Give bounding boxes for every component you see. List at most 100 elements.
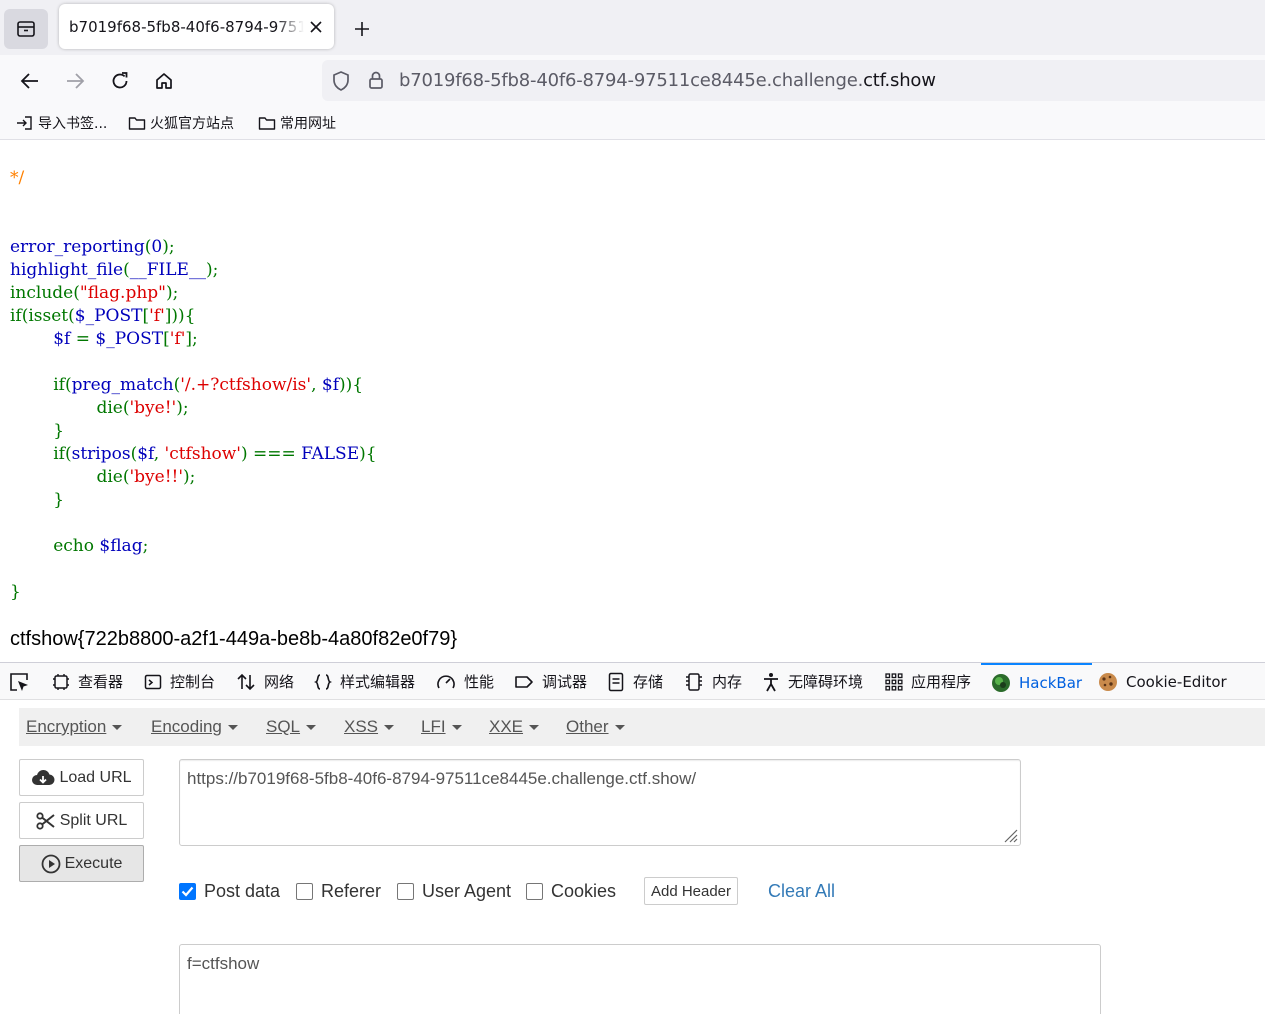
cookies-checkbox[interactable]: [526, 883, 543, 900]
menu-xss[interactable]: XSS: [344, 717, 395, 737]
post-data-option[interactable]: Post data: [179, 881, 280, 902]
post-data-textarea[interactable]: f=ctfshow: [179, 944, 1101, 1014]
devtools-tab-cookie-editor[interactable]: Cookie-Editor: [1098, 663, 1227, 700]
devtools-tab-label: 样式编辑器: [340, 673, 416, 691]
user-agent-checkbox[interactable]: [397, 883, 414, 900]
bookmark-import[interactable]: 导入书签...: [16, 112, 107, 134]
referer-option[interactable]: Referer: [296, 881, 381, 902]
close-icon[interactable]: [306, 17, 326, 37]
button-label: Execute: [64, 854, 123, 872]
memory-icon: [686, 672, 702, 691]
post-data-checkbox[interactable]: [179, 883, 196, 900]
cookies-option[interactable]: Cookies: [526, 881, 616, 902]
hackbar-icon: [992, 673, 1010, 692]
play-circle-icon: [41, 854, 60, 873]
devtools-tab-label: 调试器: [542, 673, 588, 691]
menu-label: Encoding: [151, 717, 222, 736]
caret-down-icon: [451, 725, 462, 731]
clear-all-link[interactable]: Clear All: [768, 881, 835, 902]
add-header-button[interactable]: Add Header: [644, 877, 738, 905]
application-icon: [885, 672, 903, 691]
load-url-button[interactable]: Load URL: [19, 759, 144, 796]
url-prefix: b7019f68-5fb8-40f6-8794-97511ce8445e.cha…: [399, 70, 864, 91]
menu-encryption[interactable]: Encryption: [26, 717, 123, 737]
devtools-tab-hackbar[interactable]: HackBar: [981, 663, 1093, 700]
devtools-toolbar: 查看器 控制台 网络 样式编辑器 性能 调试器 存储 内存 无障碍环境 应用程序…: [0, 662, 1265, 700]
inspector-icon: [53, 673, 69, 690]
caret-down-icon: [614, 725, 625, 731]
menu-lfi[interactable]: LFI: [421, 717, 462, 737]
url-textarea-value: https://b7019f68-5fb8-40f6-8794-97511ce8…: [187, 769, 697, 788]
arrow-right-icon: [67, 73, 85, 89]
bookmark-label: 火狐官方站点: [150, 116, 234, 132]
plus-icon: [355, 22, 369, 36]
tab-list-button[interactable]: [4, 9, 48, 49]
bookmark-firefox-sites[interactable]: 火狐官方站点: [128, 112, 234, 134]
hackbar-menubar: Encryption Encoding SQL XSS LFI XXE Othe…: [19, 708, 1265, 746]
address-bar[interactable]: b7019f68-5fb8-40f6-8794-97511ce8445e.cha…: [322, 60, 1265, 101]
menu-sql[interactable]: SQL: [266, 717, 317, 737]
shield-icon[interactable]: [331, 70, 351, 92]
element-picker-icon[interactable]: [8, 671, 30, 693]
back-button[interactable]: [14, 65, 46, 97]
menu-label: XXE: [489, 717, 524, 736]
bookmark-common-sites[interactable]: 常用网址: [258, 112, 336, 134]
network-icon: [237, 673, 255, 690]
home-icon: [156, 73, 172, 89]
devtools-tab-storage[interactable]: 存储: [607, 663, 663, 700]
devtools-tab-inspector[interactable]: 查看器: [52, 663, 123, 700]
devtools-tab-label: 存储: [633, 673, 664, 691]
devtools-tab-label: 内存: [712, 673, 743, 691]
menu-xxe[interactable]: XXE: [489, 717, 540, 737]
tab-title: b7019f68-5fb8-40f6-8794-97511ce8445e.cha…: [69, 17, 304, 36]
devtools-tab-console[interactable]: 控制台: [144, 663, 215, 700]
home-button[interactable]: [148, 65, 180, 97]
cloud-download-icon: [32, 769, 55, 785]
tab-strip: b7019f68-5fb8-40f6-8794-97511ce8445e.cha…: [0, 0, 1265, 55]
devtools-tab-label: 控制台: [170, 673, 216, 691]
hackbar-panel: Encryption Encoding SQL XSS LFI XXE Othe…: [0, 700, 1265, 1014]
active-tab[interactable]: b7019f68-5fb8-40f6-8794-97511ce8445e.cha…: [59, 4, 334, 49]
caret-down-icon: [529, 725, 540, 731]
braces-icon: [314, 673, 332, 690]
option-label: Post data: [204, 881, 281, 901]
menu-label: SQL: [266, 717, 301, 736]
referer-checkbox[interactable]: [296, 883, 313, 900]
devtools-tab-network[interactable]: 网络: [236, 663, 294, 700]
debugger-icon: [515, 675, 533, 688]
url-domain: ctf.show: [863, 70, 936, 91]
devtools-tab-application[interactable]: 应用程序: [885, 663, 971, 700]
reload-button[interactable]: [104, 65, 136, 97]
folder-icon: [258, 117, 276, 130]
devtools-tab-label: 应用程序: [911, 673, 972, 691]
lock-icon[interactable]: [367, 70, 385, 90]
devtools-tab-debugger[interactable]: 调试器: [514, 663, 587, 700]
user-agent-option[interactable]: User Agent: [397, 881, 511, 902]
storage-icon: [608, 672, 624, 691]
php-source-code: */ error_reporting(0); highlight_file(__…: [10, 168, 377, 602]
menu-other[interactable]: Other: [566, 717, 625, 737]
devtools-tab-label: 网络: [264, 673, 295, 691]
menu-label: Other: [566, 717, 609, 736]
checkmark-icon: [181, 886, 194, 897]
execute-button[interactable]: Execute: [19, 845, 144, 882]
devtools-tab-memory[interactable]: 内存: [684, 663, 742, 700]
devtools-tab-style-editor[interactable]: 样式编辑器: [314, 663, 415, 700]
devtools-tab-performance[interactable]: 性能: [436, 663, 494, 700]
resize-handle-icon[interactable]: [1002, 827, 1018, 843]
folder-icon: [128, 117, 146, 130]
performance-icon: [437, 674, 455, 688]
url-textarea[interactable]: https://b7019f68-5fb8-40f6-8794-97511ce8…: [179, 759, 1021, 846]
url-text[interactable]: b7019f68-5fb8-40f6-8794-97511ce8445e.cha…: [399, 70, 936, 91]
flag-output: ctfshow{722b8800-a2f1-449a-be8b-4a80f82e…: [10, 628, 458, 650]
button-label: Load URL: [59, 768, 132, 786]
caret-down-icon: [227, 725, 238, 731]
forward-button[interactable]: [59, 65, 91, 97]
menu-encoding[interactable]: Encoding: [151, 717, 238, 737]
new-tab-button[interactable]: [348, 15, 376, 43]
devtools-tab-label: 查看器: [78, 673, 124, 691]
devtools-tab-accessibility[interactable]: 无障碍环境: [762, 663, 863, 700]
menu-label: Encryption: [26, 717, 107, 736]
split-url-button[interactable]: Split URL: [19, 802, 144, 839]
post-data-value: f=ctfshow: [187, 954, 260, 973]
